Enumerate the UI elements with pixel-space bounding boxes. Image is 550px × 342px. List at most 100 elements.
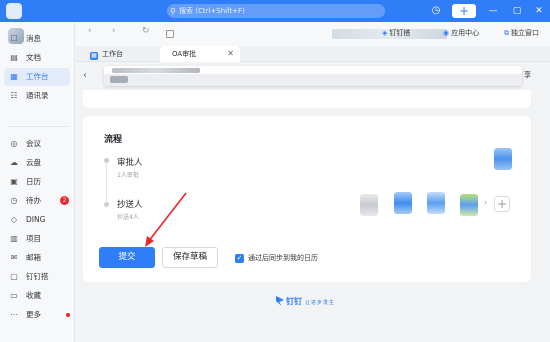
title-bar: ⚲ 搜索 (Ctrl+Shift+F) ◷ + — ▢ ✕ [0, 0, 550, 22]
dingtalk-wing-icon [276, 296, 284, 306]
sidebar-item-label: 更多 [26, 310, 41, 319]
share-button[interactable]: 享 [524, 70, 531, 80]
add-cc-button[interactable]: + [494, 196, 510, 212]
submit-button[interactable]: 提交 [99, 247, 155, 268]
cc-avatar[interactable] [460, 194, 478, 216]
forward-icon[interactable]: › [112, 26, 116, 36]
refresh-icon[interactable]: ↻ [142, 26, 150, 36]
sidebar-item-label: 消息 [26, 34, 41, 43]
back-arrow-icon[interactable]: ‹ [83, 70, 87, 81]
sidebar-item-label: 项目 [26, 234, 41, 243]
notification-dot [66, 313, 70, 317]
blurred-text [110, 76, 128, 83]
contacts-icon: ☷ [10, 91, 18, 100]
cc-avatar[interactable] [427, 192, 445, 214]
favorite-icon: ▭ [10, 291, 18, 300]
approver-avatar[interactable] [494, 148, 512, 170]
ding-icon: ◇ [10, 215, 18, 224]
ding-build-link[interactable]: ◈ 钉钉搭 [382, 28, 410, 38]
brand-name: 钉钉 [286, 297, 302, 306]
sidebar-item-10[interactable]: ▥ 项目 [4, 230, 70, 248]
sidebar-item-label: 收藏 [26, 291, 41, 300]
standalone-window-icon: ⧉ [504, 29, 509, 37]
approver-sub: 1人审批 [117, 172, 139, 179]
sidebar-item-label: DING [26, 215, 46, 224]
todo-count-badge: 2 [60, 196, 69, 205]
sidebar-item-label: 邮箱 [26, 253, 41, 262]
sidebar-item-7[interactable]: ▣ 日历 [4, 173, 70, 191]
search-icon: ⚲ [170, 7, 176, 16]
workbench-icon: ▦ [10, 72, 18, 81]
sidebar-item-label: 通讯录 [26, 91, 49, 100]
sidebar-divider [8, 126, 68, 127]
more-icon: ⋯ [10, 310, 18, 319]
plus-button[interactable]: + [452, 4, 476, 18]
build-icon: ▢ [10, 272, 18, 281]
brand-tagline: 让进步发生 [305, 300, 336, 306]
sidebar-item-6[interactable]: ☁ 云盘 [4, 154, 70, 172]
close-tab-icon[interactable]: ✕ [227, 46, 234, 62]
workbench-tab-icon: ▦ [90, 52, 98, 60]
dingtalk-logo: 钉钉 让进步发生 [276, 296, 335, 307]
blurred-text [112, 68, 200, 73]
project-icon: ▥ [10, 234, 18, 243]
back-icon[interactable]: ‹ [88, 26, 92, 36]
sidebar-item-label: 文档 [26, 53, 41, 62]
standalone-window-link[interactable]: ⧉ 独立窗口 [504, 28, 539, 38]
message-icon: ☐ [10, 34, 18, 43]
sync-calendar-checkbox[interactable]: ✓ [235, 254, 244, 263]
app-center-link[interactable]: ◉ 应用中心 [443, 28, 479, 38]
user-avatar-icon[interactable] [6, 3, 22, 19]
close-icon[interactable]: ✕ [532, 3, 546, 19]
maximize-icon[interactable]: ▢ [510, 3, 524, 19]
save-draft-button[interactable]: 保存草稿 [162, 247, 218, 268]
sidebar-item-11[interactable]: ✉ 邮箱 [4, 249, 70, 267]
mail-icon: ✉ [10, 253, 18, 262]
sidebar-item-5[interactable]: ◎ 会议 [4, 135, 70, 153]
form-card-top [83, 90, 531, 108]
meeting-icon: ◎ [10, 139, 18, 148]
search-placeholder: 搜索 (Ctrl+Shift+F) [179, 7, 245, 15]
sidebar-item-14[interactable]: ⋯ 更多 [4, 306, 70, 324]
blurred-dropdown [104, 66, 522, 86]
chevron-right-icon: › [484, 198, 488, 207]
cloud-icon: ☁ [10, 158, 18, 167]
sync-calendar-label: 通过后同步到我的日历 [248, 254, 318, 262]
cc-avatar[interactable] [394, 192, 412, 214]
cc-avatar[interactable] [360, 194, 378, 216]
window-icon[interactable] [166, 30, 174, 38]
sidebar-item-8[interactable]: ◷ 待办 2 [4, 192, 70, 210]
search-input[interactable]: ⚲ 搜索 (Ctrl+Shift+F) [167, 4, 385, 18]
sidebar-item-13[interactable]: ▭ 收藏 [4, 287, 70, 305]
process-node [104, 158, 109, 163]
ding-build-icon: ◈ [382, 29, 388, 37]
sidebar-item-9[interactable]: ◇ DING [4, 211, 70, 229]
cc-sub: 抄送4人 [117, 214, 139, 221]
sidebar-item-3[interactable]: ▦ 工作台 [4, 68, 70, 86]
history-icon[interactable]: ◷ [430, 3, 442, 19]
app-center-label: 应用中心 [451, 29, 480, 37]
sidebar-item-label: 钉钉搭 [26, 272, 49, 281]
ding-build-label: 钉钉搭 [389, 29, 411, 37]
sidebar-item-label: 会议 [26, 139, 41, 148]
sidebar-item-label: 日历 [26, 177, 41, 186]
app-center-icon: ◉ [443, 29, 450, 37]
process-line [106, 163, 107, 203]
sidebar-item-4[interactable]: ☷ 通讯录 [4, 87, 70, 105]
blurred-row [104, 74, 522, 86]
approver-label: 审批人 [117, 158, 143, 168]
minimize-icon[interactable]: — [486, 3, 500, 19]
todo-icon: ◷ [10, 196, 18, 205]
tab-label: 工作台 [102, 50, 123, 58]
sidebar-item-label: 工作台 [26, 72, 49, 81]
section-title: 流程 [104, 135, 123, 145]
cc-label: 抄送人 [117, 200, 143, 210]
sidebar-item-2[interactable]: ▤ 文档 [4, 49, 70, 67]
process-node [104, 202, 109, 207]
sidebar-item-label: 云盘 [26, 158, 41, 167]
tab-oa-approval[interactable]: OA审批 ✕ [160, 46, 240, 62]
calendar-icon: ▣ [10, 177, 18, 186]
sidebar-item-12[interactable]: ▢ 钉钉搭 [4, 268, 70, 286]
sidebar-item-1[interactable]: ☐ 消息 [4, 30, 70, 48]
tab-workbench[interactable]: ▦ 工作台 [84, 46, 160, 62]
